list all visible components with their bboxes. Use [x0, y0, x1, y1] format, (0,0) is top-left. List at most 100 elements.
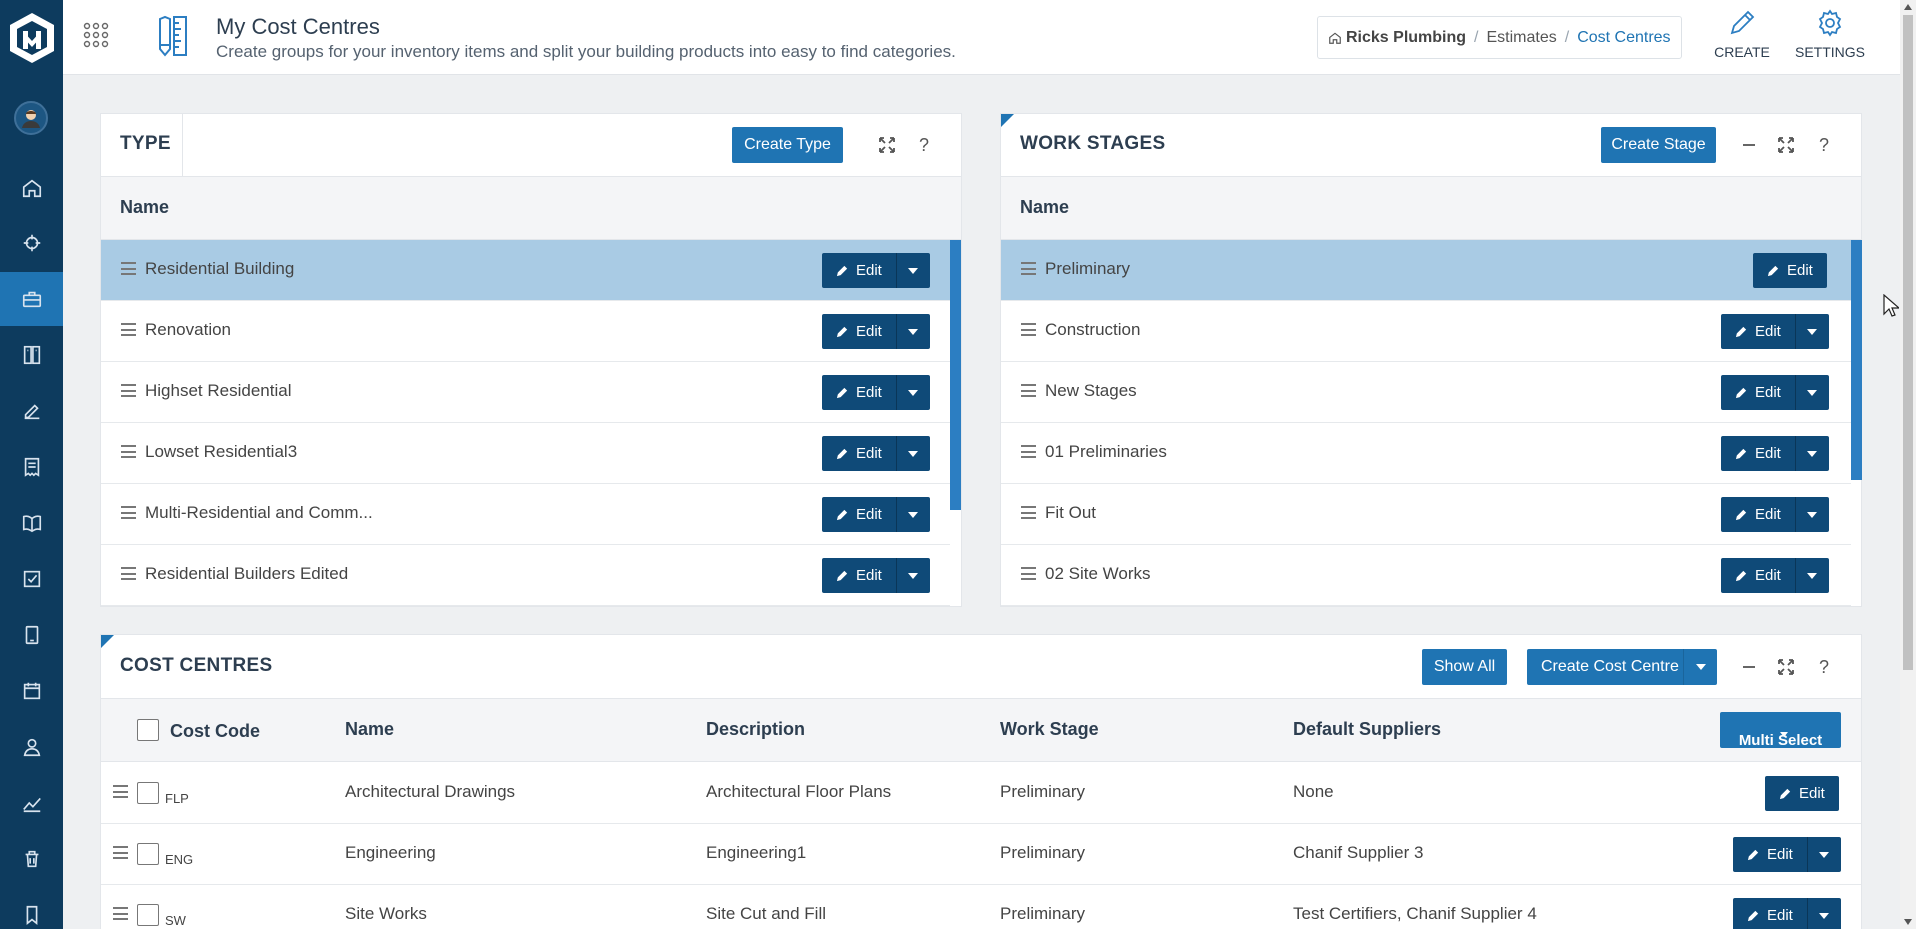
edit-button[interactable]: Edit	[1721, 314, 1795, 349]
edit-button-group[interactable]: Edit	[1721, 558, 1829, 593]
edit-dropdown-toggle[interactable]	[895, 497, 930, 532]
edit-dropdown-toggle[interactable]	[1794, 436, 1829, 471]
type-row[interactable]: Multi-Residential and Comm... Edit	[101, 484, 950, 545]
drag-handle-icon[interactable]	[1021, 445, 1036, 458]
edit-button[interactable]: Edit	[1753, 253, 1827, 288]
drag-handle-icon[interactable]	[1021, 323, 1036, 336]
edit-button-group[interactable]: Edit	[822, 314, 930, 349]
edit-dropdown-toggle[interactable]	[895, 375, 930, 410]
edit-dropdown-toggle[interactable]	[1794, 375, 1829, 410]
edit-button-group[interactable]: Edit	[1733, 898, 1841, 929]
edit-button-group[interactable]: Edit	[1721, 497, 1829, 532]
edit-button-group[interactable]: Edit	[1733, 837, 1841, 872]
edit-button[interactable]: Edit	[822, 436, 896, 471]
edit-dropdown-toggle[interactable]	[1794, 314, 1829, 349]
sidebar-item-receipt[interactable]	[0, 440, 63, 494]
create-action[interactable]: CREATE	[1707, 8, 1777, 60]
sidebar-item-book[interactable]	[0, 496, 63, 550]
create-cost-centre-dropdown-toggle[interactable]	[1683, 649, 1717, 685]
type-list-scrollbar[interactable]	[950, 240, 961, 510]
type-row[interactable]: Residential Building Edit	[101, 240, 950, 301]
drag-handle-icon[interactable]	[121, 567, 136, 580]
scroll-down-arrow[interactable]	[1904, 919, 1912, 925]
stage-row[interactable]: Fit Out Edit	[1001, 484, 1851, 545]
edit-button[interactable]: Edit	[822, 253, 896, 288]
drag-handle-icon[interactable]	[1021, 506, 1036, 519]
sidebar-item-checklist[interactable]	[0, 552, 63, 606]
help-icon[interactable]: ?	[1813, 656, 1835, 678]
cost-centre-row[interactable]: FLP Architectural Drawings Architectural…	[101, 763, 1861, 824]
edit-button[interactable]: Edit	[822, 375, 896, 410]
stage-row[interactable]: 01 Preliminaries Edit	[1001, 423, 1851, 484]
edit-button[interactable]: Edit	[1765, 776, 1839, 811]
drag-handle-icon[interactable]	[1021, 384, 1036, 397]
home-icon[interactable]	[1328, 31, 1342, 45]
expand-icon[interactable]	[1775, 656, 1797, 678]
sidebar-item-user[interactable]	[0, 720, 63, 774]
edit-button[interactable]: Edit	[1721, 497, 1795, 532]
row-checkbox[interactable]	[137, 843, 159, 865]
edit-button-group[interactable]: Edit	[1753, 253, 1827, 288]
cost-centre-row[interactable]: ENG Engineering Engineering1 Preliminary…	[101, 824, 1861, 885]
edit-button[interactable]: Edit	[1721, 375, 1795, 410]
stage-row[interactable]: New Stages Edit	[1001, 362, 1851, 423]
page-scrollbar[interactable]	[1900, 0, 1916, 929]
sidebar-item-chart[interactable]	[0, 776, 63, 830]
row-checkbox[interactable]	[137, 782, 159, 804]
create-cost-centre-button[interactable]: Create Cost Centre	[1527, 649, 1717, 685]
edit-button-group[interactable]: Edit	[822, 253, 930, 288]
edit-dropdown-toggle[interactable]	[895, 436, 930, 471]
edit-dropdown-toggle[interactable]	[1794, 497, 1829, 532]
drag-handle-icon[interactable]	[121, 262, 136, 275]
settings-action[interactable]: SETTINGS	[1795, 8, 1865, 60]
scrollbar-thumb[interactable]	[1903, 15, 1913, 670]
edit-button-group[interactable]: Edit	[1721, 314, 1829, 349]
type-row[interactable]: Renovation Edit	[101, 301, 950, 362]
sidebar-item-home[interactable]	[0, 161, 63, 215]
drag-handle-icon[interactable]	[121, 506, 136, 519]
edit-button[interactable]: Edit	[822, 558, 896, 593]
sidebar-item-catalog[interactable]	[0, 328, 63, 382]
create-stage-button[interactable]: Create Stage	[1601, 127, 1716, 163]
drag-handle-icon[interactable]	[113, 907, 128, 920]
stage-row[interactable]: Construction Edit	[1001, 301, 1851, 362]
edit-dropdown-toggle[interactable]	[1794, 558, 1829, 593]
help-icon[interactable]: ?	[913, 134, 935, 156]
multi-select-button[interactable]: Multi Select	[1720, 712, 1841, 749]
edit-dropdown-toggle[interactable]	[895, 558, 930, 593]
edit-button[interactable]: Edit	[822, 497, 896, 532]
breadcrumb-company[interactable]: Ricks Plumbing	[1346, 29, 1466, 47]
sidebar-item-crosshair[interactable]	[0, 216, 63, 270]
edit-dropdown-toggle[interactable]	[1806, 898, 1841, 929]
edit-button-group[interactable]: Edit	[822, 497, 930, 532]
stage-row[interactable]: 02 Site Works Edit	[1001, 545, 1851, 606]
select-all-checkbox[interactable]	[137, 719, 159, 741]
drag-handle-icon[interactable]	[121, 384, 136, 397]
drag-handle-icon[interactable]	[121, 445, 136, 458]
edit-button[interactable]: Edit	[1721, 558, 1795, 593]
edit-dropdown-toggle[interactable]	[895, 253, 930, 288]
stages-list-scrollbar[interactable]	[1851, 240, 1862, 480]
scroll-up-arrow[interactable]	[1904, 4, 1912, 10]
edit-dropdown-toggle[interactable]	[895, 314, 930, 349]
expand-icon[interactable]	[876, 134, 898, 156]
help-icon[interactable]: ?	[1813, 134, 1835, 156]
edit-button[interactable]: Edit	[1733, 898, 1807, 929]
sidebar-item-edit[interactable]	[0, 384, 63, 438]
sidebar-item-calendar[interactable]	[0, 664, 63, 718]
minimize-icon[interactable]	[1738, 134, 1760, 156]
edit-button-group[interactable]: Edit	[1721, 436, 1829, 471]
edit-button[interactable]: Edit	[822, 314, 896, 349]
minimize-icon[interactable]	[1738, 656, 1760, 678]
drag-handle-icon[interactable]	[121, 323, 136, 336]
edit-button-group[interactable]: Edit	[822, 558, 930, 593]
type-row[interactable]: Residential Builders Edited Edit	[101, 545, 950, 606]
drag-handle-icon[interactable]	[1021, 262, 1036, 275]
expand-icon[interactable]	[1775, 134, 1797, 156]
edit-button-group[interactable]: Edit	[822, 436, 930, 471]
create-type-button[interactable]: Create Type	[732, 127, 843, 163]
user-avatar[interactable]	[14, 101, 48, 135]
cost-centre-row[interactable]: SW Site Works Site Cut and Fill Prelimin…	[101, 885, 1861, 929]
app-logo[interactable]	[0, 0, 63, 75]
sidebar-item-tablet[interactable]	[0, 608, 63, 662]
